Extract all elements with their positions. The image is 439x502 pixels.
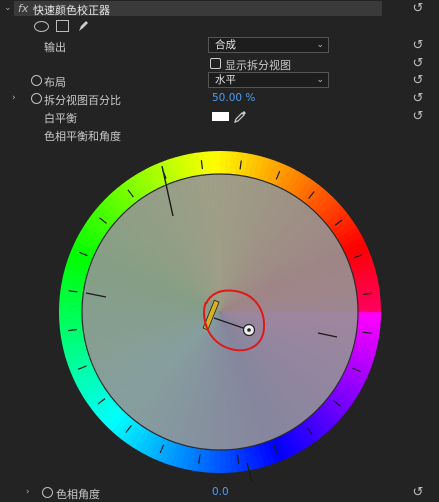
white-balance-swatch[interactable] (212, 112, 229, 121)
stopwatch-icon[interactable] (31, 75, 42, 86)
layout-label: 布局 (44, 76, 66, 89)
hue-ring-segment (357, 306, 381, 313)
output-reset-icon[interactable]: ↺ (411, 39, 425, 53)
inner-color-wash (82, 174, 358, 450)
layout-value: 水平 (215, 74, 236, 86)
show-split-reset-icon[interactable]: ↺ (411, 57, 425, 71)
white-balance-reset-icon[interactable]: ↺ (411, 110, 425, 124)
white-balance-label: 白平衡 (44, 112, 77, 125)
hue-angle-reset-icon[interactable]: ↺ (411, 486, 425, 500)
expand-chevron-icon[interactable]: › (12, 93, 16, 103)
split-percent-value[interactable]: 50.00 % (212, 92, 255, 104)
split-percent-label: 拆分视图百分比 (44, 94, 121, 107)
hue-balance-wheel[interactable] (55, 142, 385, 482)
chevron-down-icon: ⌄ (316, 40, 324, 50)
show-split-row: 显示拆分视图 ↺ (0, 55, 439, 73)
hue-angle-row: › 色相角度 0.0 ↺ (0, 484, 439, 502)
layout-dropdown[interactable]: 水平 ⌄ (208, 72, 329, 88)
collapse-chevron-icon[interactable]: ⌄ (4, 3, 12, 13)
fx-icon[interactable]: fx (18, 2, 28, 15)
chevron-down-icon: ⌄ (316, 75, 324, 85)
white-balance-row: 白平衡 ↺ (0, 108, 439, 126)
hue-ring-segment (219, 449, 226, 473)
layout-reset-icon[interactable]: ↺ (411, 74, 425, 88)
hue-ring-segment (59, 311, 83, 318)
balance-angle-handle-dot (247, 328, 251, 332)
output-row: 输出 合成 ⌄ ↺ (0, 37, 439, 55)
output-label: 输出 (44, 41, 66, 54)
stopwatch-icon[interactable] (42, 487, 53, 498)
reset-icon[interactable]: ↺ (411, 2, 425, 16)
output-dropdown[interactable]: 合成 ⌄ (208, 37, 329, 53)
hue-ring-segment (214, 151, 221, 175)
layout-row: 布局 水平 ⌄ ↺ (0, 72, 439, 90)
eyedropper-icon[interactable] (233, 109, 247, 124)
effect-title: 快速颜色校正器 (33, 4, 110, 17)
show-split-checkbox[interactable] (210, 58, 221, 69)
mask-tools-row (0, 18, 439, 36)
show-split-label: 显示拆分视图 (225, 59, 291, 72)
rectangle-mask-icon[interactable] (56, 20, 69, 32)
ellipse-mask-icon[interactable] (34, 21, 49, 32)
effect-header: ⌄ fx 快速颜色校正器 ↺ (0, 0, 439, 18)
stopwatch-icon[interactable] (31, 93, 42, 104)
split-percent-row: › 拆分视图百分比 50.00 % ↺ (0, 90, 439, 108)
output-value: 合成 (215, 39, 236, 51)
split-percent-reset-icon[interactable]: ↺ (411, 92, 425, 106)
hue-angle-value[interactable]: 0.0 (212, 486, 229, 498)
expand-chevron-icon[interactable]: › (26, 487, 30, 497)
pen-mask-icon[interactable] (76, 19, 90, 33)
